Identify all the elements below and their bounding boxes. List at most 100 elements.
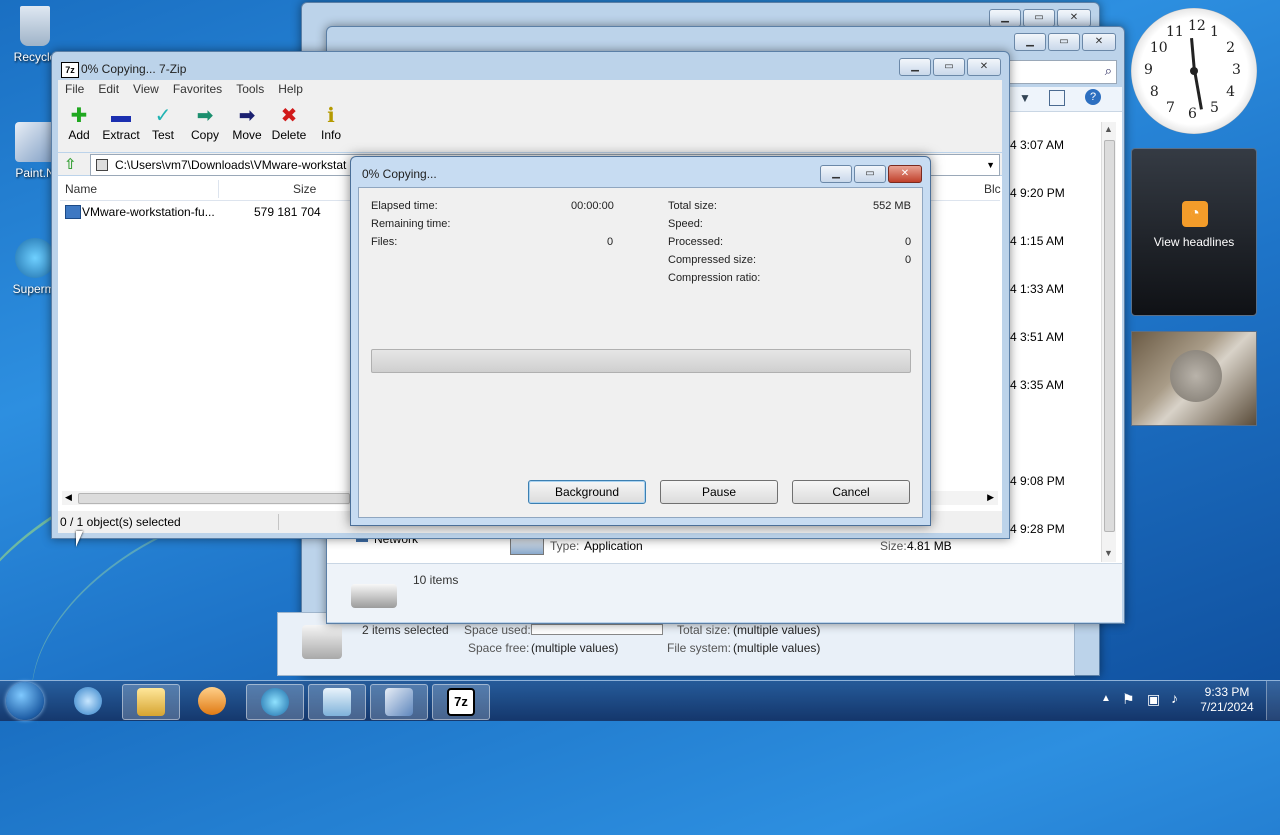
minimize-button[interactable]: ▁ [1014, 33, 1046, 51]
clock-number: 8 [1149, 84, 1159, 100]
toolbar-label: Extract [102, 128, 140, 142]
clock-number: 11 [1166, 23, 1184, 40]
cancel-button[interactable]: Cancel [792, 480, 910, 504]
scroll-up-icon[interactable]: ▲ [1104, 124, 1113, 134]
progress-dialog[interactable]: 0% Copying... ▁ ▭ ✕ Elapsed time: 00:00:… [350, 156, 931, 526]
desktop-icon-label: Recycle [13, 50, 57, 64]
toolbar: ✚ Add ▬ Extract ✓ Test ➡ Copy ➡ Move ✖ Delete … [58, 100, 1002, 152]
taskbar-item-notepad[interactable] [308, 684, 366, 720]
menu-favorites[interactable]: Favorites [166, 80, 229, 100]
menu-tools[interactable]: Tools [229, 80, 271, 100]
scroll-down-icon[interactable]: ▼ [1104, 548, 1113, 558]
folder-up-icon[interactable]: ⇧ [64, 155, 77, 173]
total-size-value: (multiple values) [733, 623, 821, 637]
maximize-button[interactable]: ▭ [1023, 9, 1055, 27]
menu-bar: File Edit View Favorites Tools Help [58, 80, 1002, 100]
rss-icon: ◔ [1182, 201, 1208, 227]
scroll-left-icon[interactable]: ◀ [65, 492, 72, 503]
clock-number: 9 [1144, 62, 1153, 78]
desktop-icon-label: Paint.N [15, 166, 55, 180]
minimize-button[interactable]: ▁ [989, 9, 1021, 27]
taskbar-item-browser[interactable] [60, 684, 116, 718]
taskbar-item-media-player[interactable] [184, 684, 240, 718]
clock-number: 4 [1226, 84, 1236, 100]
delete-button[interactable]: ✖ Delete [268, 100, 310, 152]
date-cell: 4 1:15 AM [1010, 234, 1065, 248]
move-button[interactable]: ➡ Move [226, 100, 268, 152]
maximize-button[interactable]: ▭ [1048, 33, 1080, 51]
close-button[interactable]: ✕ [967, 58, 1001, 76]
dialog-body: Elapsed time: 00:00:00 Remaining time: F… [358, 187, 923, 518]
close-button[interactable]: ✕ [1082, 33, 1116, 51]
menu-view[interactable]: View [126, 80, 166, 100]
clock-number: 3 [1232, 62, 1241, 78]
space-free-value: (multiple values) [531, 641, 619, 655]
clock-number: 2 [1226, 40, 1236, 56]
sevenzip-app-icon: 7z [61, 62, 79, 78]
tray-clock[interactable]: 9:33 PM 7/21/2024 [1196, 685, 1258, 715]
taskbar-item-explorer[interactable] [122, 684, 180, 720]
action-center-flag-icon[interactable]: ⚑ [1122, 691, 1135, 708]
notepad-icon [323, 688, 351, 716]
add-button[interactable]: ✚ Add [58, 100, 100, 152]
window-controls: ▁ ▭ ✕ [989, 9, 1091, 27]
close-button[interactable]: ✕ [1057, 9, 1091, 27]
dialog-title: 0% Copying... [362, 167, 437, 181]
test-button[interactable]: ✓ Test [142, 100, 184, 152]
minimize-button[interactable]: ▁ [899, 58, 931, 76]
column-block[interactable]: Blc [984, 182, 1001, 196]
chevron-down-icon[interactable]: ▼ [986, 155, 995, 175]
close-button[interactable]: ✕ [888, 165, 922, 183]
copy-button[interactable]: ➡ Copy [184, 100, 226, 152]
vertical-scrollbar[interactable]: ▲ ▼ [1101, 122, 1116, 562]
pause-button[interactable]: Pause [660, 480, 778, 504]
clock-number: 6 [1188, 106, 1197, 122]
delete-x-icon: ✖ [280, 105, 298, 127]
show-hidden-icons-icon[interactable]: ▲ [1101, 693, 1111, 704]
status-text: 0 / 1 object(s) selected [60, 515, 181, 529]
volume-icon[interactable]: ♪ [1171, 690, 1178, 706]
space-free-label: Space free: [468, 641, 530, 655]
maximize-button[interactable]: ▭ [933, 58, 965, 76]
minimize-button[interactable]: ▁ [820, 165, 852, 183]
column-size[interactable]: Size [293, 182, 316, 196]
column-name[interactable]: Name [65, 182, 97, 196]
clock-minute-hand [1193, 69, 1203, 110]
info-icon: ℹ [327, 105, 335, 127]
table-row[interactable]: VMware-workstation-fu... 579 181 704 [62, 203, 352, 221]
folder-icon [137, 688, 165, 716]
scroll-thumb[interactable] [1104, 140, 1115, 532]
scroll-right-icon[interactable]: ▶ [987, 492, 994, 503]
processed-label: Processed: [668, 236, 724, 248]
chevron-down-icon[interactable]: ▼ [1019, 91, 1031, 105]
taskbar-item-7zip[interactable]: 7z [432, 684, 490, 720]
taskbar-item-supermium[interactable] [246, 684, 304, 720]
clock-gadget[interactable]: 12 1 2 3 4 5 6 7 8 9 10 11 [1131, 8, 1257, 134]
search-input[interactable]: ⌕ [1007, 60, 1117, 84]
feed-headlines-gadget[interactable]: ◔ View headlines [1131, 148, 1257, 316]
show-desktop-button[interactable] [1266, 681, 1280, 720]
toolbar-label: Info [320, 128, 341, 142]
total-size-label: Total size: [677, 623, 731, 637]
menu-file[interactable]: File [58, 80, 91, 100]
menu-edit[interactable]: Edit [91, 80, 126, 100]
scroll-thumb[interactable] [78, 493, 350, 504]
window-controls: ▁ ▭ ✕ [899, 58, 1001, 76]
extract-button[interactable]: ▬ Extract [100, 100, 142, 152]
start-button[interactable] [6, 682, 44, 720]
tray-date: 7/21/2024 [1200, 700, 1254, 714]
info-button[interactable]: ℹ Info [310, 100, 352, 152]
koala-photo [1170, 350, 1222, 402]
clock-number: 10 [1149, 40, 1168, 56]
background-button[interactable]: Background [528, 480, 646, 504]
slideshow-gadget[interactable] [1131, 331, 1257, 426]
menu-help[interactable]: Help [271, 80, 310, 100]
date-cell: 4 3:35 AM [1010, 378, 1065, 392]
maximize-button[interactable]: ▭ [854, 165, 886, 183]
preview-pane-icon[interactable] [1049, 90, 1065, 106]
help-icon[interactable]: ? [1085, 89, 1101, 105]
network-tray-icon[interactable]: ▣ [1147, 691, 1160, 708]
file-name: VMware-workstation-fu... [82, 205, 215, 219]
path-text: C:\Users\vm7\Downloads\VMware-workstat [115, 158, 347, 172]
taskbar-item-paint[interactable] [370, 684, 428, 720]
